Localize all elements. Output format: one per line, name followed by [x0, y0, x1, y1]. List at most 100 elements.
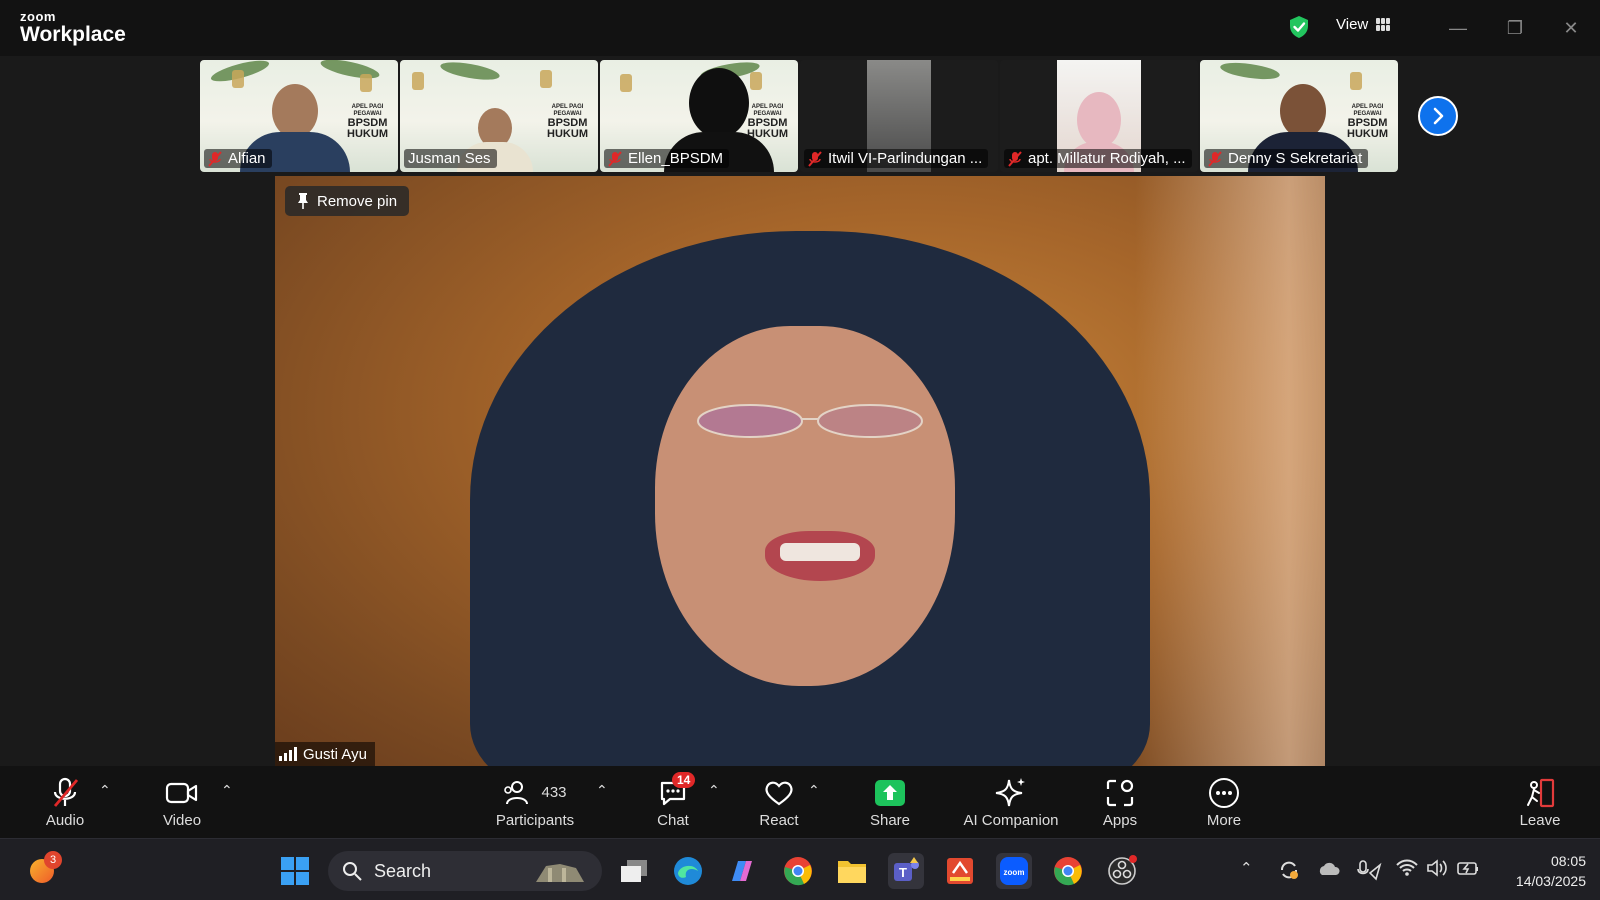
microphone-muted-icon: [53, 777, 79, 807]
search-highlight-icon: [536, 864, 584, 882]
title-bar: zoom Workplace View — ❐ ✕: [0, 0, 1600, 56]
ai-companion-button[interactable]: AI Companion: [956, 766, 1066, 838]
encryption-shield-icon[interactable]: [1288, 15, 1310, 39]
speaker-name: Gusti Ayu: [303, 745, 367, 763]
onedrive-cloud-icon[interactable]: [1316, 859, 1340, 877]
participant-strip: APEL PAGI PEGAWAI BPSDM HUKUM Alfian APEL …: [200, 60, 1400, 172]
volume-icon[interactable]: [1426, 859, 1448, 877]
participant-tile[interactable]: APEL PAGI PEGAWAI BPSDM HUKUM Alfian: [200, 60, 398, 172]
share-screen-icon: [875, 779, 905, 806]
search-placeholder: Search: [374, 860, 432, 881]
banner-text: APEL PAGI PEGAWAI BPSDM HUKUM: [547, 104, 588, 140]
minimize-icon[interactable]: —: [1446, 16, 1470, 40]
next-page-button[interactable]: [1418, 96, 1458, 136]
sync-icon[interactable]: [1278, 859, 1300, 881]
participant-name-tag: Denny S Sekretariat: [1204, 149, 1369, 168]
participant-name-tag: Itwil VI-Parlindungan ...: [804, 149, 989, 168]
share-button[interactable]: Share: [862, 766, 918, 838]
taskbar-search-box[interactable]: Search: [328, 851, 602, 891]
react-button[interactable]: React: [753, 766, 805, 838]
obs-app[interactable]: [1104, 853, 1140, 889]
logo-brand-top: zoom: [20, 9, 56, 24]
zoom-app[interactable]: zoom: [996, 853, 1032, 889]
edge-app[interactable]: [670, 853, 706, 889]
apps-icon: [1106, 779, 1134, 806]
chrome-icon: [784, 857, 812, 886]
restore-icon[interactable]: ❐: [1503, 16, 1527, 40]
participants-icon: [504, 780, 529, 804]
notification-widget[interactable]: 3: [26, 851, 62, 887]
banner-text: APEL PAGI PEGAWAI BPSDM HUKUM: [347, 104, 388, 140]
teams-icon: T: [894, 857, 919, 881]
participant-name-tag: Ellen_BPSDM: [604, 149, 730, 168]
participant-tile[interactable]: Itwil VI-Parlindungan ...: [800, 60, 998, 172]
teams-app[interactable]: T: [888, 853, 924, 889]
chat-unread-badge: 14: [672, 771, 696, 788]
gallery-grid-icon: [1376, 18, 1391, 31]
participant-tile[interactable]: APEL PAGI PEGAWAI BPSDM HUKUM Jusman Ses: [400, 60, 598, 172]
participant-name-tag: Alfian: [204, 149, 272, 168]
wifi-icon[interactable]: [1396, 859, 1418, 877]
muted-mic-icon: [1008, 150, 1022, 167]
heart-icon: [765, 781, 793, 805]
clock-date: 14/03/2025: [1515, 873, 1586, 889]
audio-button[interactable]: Audio: [40, 766, 90, 838]
remove-pin-button[interactable]: Remove pin: [285, 186, 410, 216]
speaker-name-tag: Gusti Ayu: [275, 742, 375, 766]
chat-button[interactable]: 14 Chat: [648, 766, 698, 838]
chrome-profile-app[interactable]: [1050, 853, 1086, 889]
chrome-app[interactable]: [780, 853, 816, 889]
sparkle-icon: [995, 777, 1025, 806]
obs-recording-icon: [1108, 855, 1137, 885]
task-view-button[interactable]: [616, 853, 652, 889]
muted-mic-icon: [1208, 150, 1222, 167]
apps-button[interactable]: Apps: [1094, 766, 1146, 838]
speaker-glasses: [697, 404, 923, 438]
participant-tile[interactable]: APEL PAGI PEGAWAI BPSDM HUKUM Ellen_BPSDM: [600, 60, 798, 172]
leave-door-icon: [1527, 778, 1555, 807]
signal-strength-icon: [279, 747, 297, 761]
chevron-right-icon: [1433, 107, 1444, 125]
view-label: View: [1336, 16, 1369, 33]
more-options-icon: [1209, 777, 1239, 808]
battery-charging-icon[interactable]: [1456, 859, 1480, 877]
start-button[interactable]: [277, 853, 313, 889]
view-button[interactable]: View: [1336, 16, 1391, 33]
participants-options-caret-icon[interactable]: ⌃: [596, 782, 608, 799]
windows-logo-icon: [281, 857, 309, 885]
chat-options-caret-icon[interactable]: ⌃: [708, 782, 720, 799]
pdf-reader-icon: [947, 858, 973, 884]
copilot-icon: [732, 861, 752, 881]
audio-options-caret-icon[interactable]: ⌃: [99, 782, 111, 799]
notification-count-badge: 3: [44, 851, 62, 869]
pdf-reader-app[interactable]: [942, 853, 978, 889]
participant-tile[interactable]: APEL PAGI PEGAWAI BPSDM HUKUM Denny S Sekr…: [1200, 60, 1398, 172]
remove-pin-label: Remove pin: [317, 192, 398, 210]
tray-overflow-chevron-icon[interactable]: ⌃: [1240, 859, 1253, 877]
video-options-caret-icon[interactable]: ⌃: [221, 782, 233, 799]
logo-brand-bottom: Workplace: [20, 23, 126, 46]
taskbar-clock[interactable]: 08:05 14/03/2025: [1494, 851, 1586, 891]
camera-icon: [165, 782, 198, 803]
windows-taskbar: 3 Search T zoom ⌃ 08:05 14/03/2025: [0, 838, 1600, 900]
close-icon[interactable]: ✕: [1559, 16, 1583, 40]
pin-icon: [298, 193, 308, 209]
edge-browser-icon: [674, 857, 702, 885]
participant-name-tag: apt. Millatur Rodiyah, ...: [1004, 149, 1192, 168]
participants-button[interactable]: 433 Participants: [490, 766, 580, 838]
pinned-speaker-video[interactable]: Remove pin Gusti Ayu: [275, 176, 1325, 766]
more-button[interactable]: More: [1198, 766, 1250, 838]
muted-mic-icon: [808, 150, 822, 167]
search-icon: [343, 862, 362, 881]
clock-time: 08:05: [1550, 853, 1586, 869]
participant-tile[interactable]: apt. Millatur Rodiyah, ...: [1000, 60, 1198, 172]
file-explorer-app[interactable]: [834, 853, 870, 889]
svg-text:zoom: zoom: [1004, 868, 1025, 877]
react-options-caret-icon[interactable]: ⌃: [808, 782, 820, 799]
task-view-icon: [621, 860, 647, 882]
zoom-app-icon: zoom: [1000, 857, 1028, 885]
leave-button[interactable]: Leave: [1516, 766, 1564, 838]
mic-in-use-icon[interactable]: [1356, 859, 1382, 881]
video-button[interactable]: Video: [154, 766, 210, 838]
copilot-app[interactable]: [724, 853, 760, 889]
